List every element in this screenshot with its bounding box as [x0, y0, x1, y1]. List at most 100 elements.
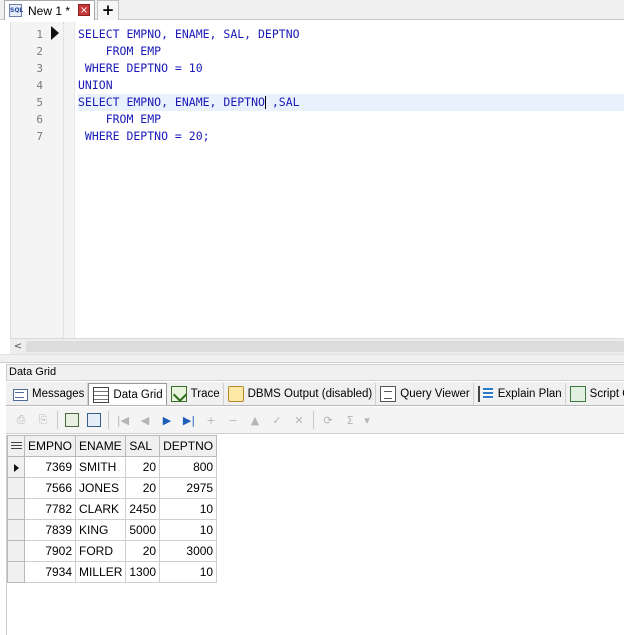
- table-cell[interactable]: 7934: [23, 561, 77, 583]
- column-header[interactable]: SAL: [125, 435, 161, 457]
- table-cell[interactable]: 20: [125, 456, 161, 478]
- table-row[interactable]: 7369 SMITH 20 800: [7, 456, 218, 478]
- line-number: 3: [36, 62, 43, 75]
- table-cell[interactable]: MILLER: [75, 561, 127, 583]
- select-all-corner[interactable]: [7, 435, 25, 457]
- delete-record-button[interactable]: −: [222, 409, 244, 431]
- tab-label: Trace: [190, 388, 220, 400]
- grid-toolbar: ⎙ ⎘ |◀ ◀ ▶ ▶| + − ▲ ✓ ✕ ⟳ Σ ▾: [6, 407, 624, 434]
- close-tab-icon[interactable]: ×: [78, 4, 90, 16]
- table-cell[interactable]: 3000: [159, 540, 218, 562]
- tab-label: Query Viewer: [400, 388, 470, 400]
- table-row[interactable]: 7782 CLARK 2450 10: [7, 498, 218, 520]
- scroll-left-icon[interactable]: <: [10, 339, 26, 354]
- table-cell[interactable]: FORD: [75, 540, 127, 562]
- tab-explain-plan[interactable]: Explain Plan: [474, 383, 566, 405]
- table-row[interactable]: 7902 FORD 20 3000: [7, 540, 218, 562]
- table-cell[interactable]: JONES: [75, 477, 127, 499]
- insert-record-button[interactable]: +: [200, 409, 222, 431]
- last-record-button[interactable]: ▶|: [178, 409, 200, 431]
- chevron-down-icon[interactable]: ▾: [361, 409, 373, 431]
- table-cell[interactable]: KING: [75, 519, 127, 541]
- tab-script-output[interactable]: Script Output: [566, 383, 624, 405]
- sql-editor[interactable]: 1 2 3 4 5 6 7 SELECT EMPNO, ENAME, SAL, …: [10, 22, 624, 338]
- print-icon[interactable]: ⎘: [32, 409, 54, 431]
- grid-view-button[interactable]: [61, 409, 83, 431]
- column-header[interactable]: ENAME: [75, 435, 127, 457]
- new-tab-button[interactable]: +: [97, 0, 119, 20]
- code-text-after-caret: ,SAL: [264, 95, 300, 109]
- table-cell[interactable]: 5000: [125, 519, 161, 541]
- table-cell[interactable]: 7566: [23, 477, 77, 499]
- sum-button[interactable]: Σ: [339, 409, 361, 431]
- table-cell[interactable]: 10: [159, 561, 218, 583]
- column-header[interactable]: DEPTNO: [159, 435, 218, 457]
- line-number: 1: [36, 28, 43, 41]
- table-cell[interactable]: 7369: [23, 456, 77, 478]
- code-text-before-caret: SELECT EMPNO, ENAME, DEPTNO: [78, 95, 265, 109]
- row-indicator[interactable]: [7, 498, 25, 520]
- table-cell[interactable]: 10: [159, 519, 218, 541]
- refresh-icon[interactable]: ⟳: [317, 409, 339, 431]
- editor-horizontal-scrollbar[interactable]: <: [10, 338, 624, 354]
- tab-data-grid[interactable]: Data Grid: [88, 383, 167, 405]
- code-line[interactable]: WHERE DEPTNO = 20;: [78, 128, 624, 145]
- code-line[interactable]: FROM EMP: [78, 43, 624, 60]
- export-icon[interactable]: ⎙: [10, 409, 32, 431]
- table-cell[interactable]: 7902: [23, 540, 77, 562]
- table-cell[interactable]: 7782: [23, 498, 77, 520]
- scrollbar-thumb[interactable]: [26, 341, 624, 352]
- table-cell[interactable]: 1300: [125, 561, 161, 583]
- table-cell[interactable]: 20: [125, 477, 161, 499]
- tab-label: Script Output: [589, 388, 624, 400]
- code-line[interactable]: SELECT EMPNO, ENAME, SAL, DEPTNO: [78, 26, 624, 43]
- first-record-button[interactable]: |◀: [112, 409, 134, 431]
- line-number: 7: [36, 130, 43, 143]
- fetch-all-icon: [87, 413, 101, 427]
- table-cell[interactable]: 10: [159, 498, 218, 520]
- panel-splitter[interactable]: [0, 354, 624, 363]
- table-row[interactable]: 7566 JONES 20 2975: [7, 477, 218, 499]
- tab-trace[interactable]: Trace: [167, 383, 224, 405]
- row-indicator[interactable]: [7, 540, 25, 562]
- document-tab-label: New 1 *: [28, 3, 71, 18]
- tab-label: Data Grid: [113, 388, 163, 401]
- row-indicator[interactable]: [7, 456, 25, 478]
- next-record-button[interactable]: ▶: [156, 409, 178, 431]
- table-cell[interactable]: 20: [125, 540, 161, 562]
- row-indicator[interactable]: [7, 519, 25, 541]
- row-indicator[interactable]: [7, 561, 25, 583]
- table-cell[interactable]: 7839: [23, 519, 77, 541]
- cancel-edit-button[interactable]: ✕: [288, 409, 310, 431]
- tab-query-viewer[interactable]: Query Viewer: [376, 383, 474, 405]
- document-tab-new-1[interactable]: SQL New 1 * ×: [4, 0, 95, 20]
- prior-record-button[interactable]: ◀: [134, 409, 156, 431]
- table-cell[interactable]: CLARK: [75, 498, 127, 520]
- code-line[interactable]: FROM EMP: [78, 111, 624, 128]
- column-header[interactable]: EMPNO: [23, 435, 77, 457]
- row-indicator[interactable]: [7, 477, 25, 499]
- table-row[interactable]: 7839 KING 5000 10: [7, 519, 218, 541]
- sql-file-icon: SQL: [9, 4, 23, 17]
- edit-record-button[interactable]: ▲: [244, 409, 266, 431]
- toolbar-separator: [313, 411, 314, 429]
- table-cell[interactable]: 2450: [125, 498, 161, 520]
- line-number-gutter: 1 2 3 4 5 6 7: [11, 22, 75, 338]
- table-cell[interactable]: SMITH: [75, 456, 127, 478]
- data-grid[interactable]: EMPNO ENAME SAL DEPTNO 7369 SMITH 20 800…: [6, 435, 624, 635]
- code-line[interactable]: UNION: [78, 77, 624, 94]
- code-line[interactable]: WHERE DEPTNO = 10: [78, 60, 624, 77]
- tab-messages[interactable]: Messages: [8, 383, 89, 405]
- script-output-icon: [569, 386, 586, 402]
- data-grid-icon: [93, 386, 110, 403]
- post-edit-button[interactable]: ✓: [266, 409, 288, 431]
- table-cell[interactable]: 800: [159, 456, 218, 478]
- code-line-current[interactable]: SELECT EMPNO, ENAME, DEPTNO ,SAL: [78, 94, 624, 111]
- table-cell[interactable]: 2975: [159, 477, 218, 499]
- table-row[interactable]: 7934 MILLER 1300 10: [7, 561, 218, 583]
- fetch-all-button[interactable]: [83, 409, 105, 431]
- tab-dbms-output[interactable]: DBMS Output (disabled): [224, 383, 377, 405]
- line-number: 5: [36, 96, 43, 109]
- grid-header-row: EMPNO ENAME SAL DEPTNO: [7, 435, 218, 457]
- document-tab-strip: SQL New 1 * × +: [0, 0, 624, 20]
